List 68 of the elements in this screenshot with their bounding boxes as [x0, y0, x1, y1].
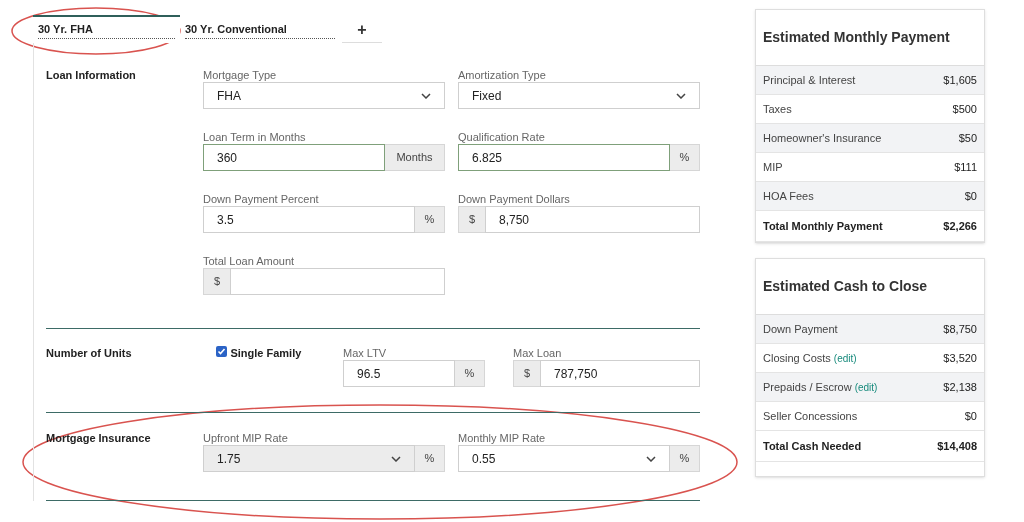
- unit-addon: $: [203, 268, 230, 295]
- checkbox-label: Single Family: [230, 346, 302, 361]
- row-label: Homeowner's Insurance: [763, 130, 882, 146]
- add-tab-button[interactable]: +: [342, 17, 382, 43]
- input-field[interactable]: 8,750: [485, 206, 700, 233]
- dropdown: 1.75: [203, 445, 415, 472]
- dropdown[interactable]: Fixed: [458, 82, 700, 109]
- row-value: $1,605: [943, 72, 977, 88]
- card-title: Estimated Monthly Payment: [763, 28, 950, 47]
- row-label: Closing Costs: [763, 350, 831, 366]
- field-label: Total Loan Amount: [203, 254, 296, 268]
- field-label: Monthly MIP Rate: [458, 431, 547, 445]
- checkbox[interactable]: [216, 346, 228, 357]
- input-field[interactable]: 6.825: [458, 144, 670, 171]
- chevron-down-icon: [676, 92, 686, 99]
- field-label: Amortization Type: [458, 68, 547, 82]
- row-value: $8,750: [943, 321, 977, 337]
- total-label: Total Monthly Payment: [763, 218, 883, 234]
- unit-addon: Months: [385, 144, 445, 171]
- scenario-tab[interactable]: 30 Yr. Conventional: [180, 15, 340, 43]
- field-label: Down Payment Dollars: [458, 192, 571, 206]
- field-label: Mortgage Type: [203, 68, 278, 82]
- unit-addon: %: [415, 206, 445, 233]
- total-value: $2,266: [943, 218, 977, 234]
- row-label: MIP: [763, 159, 783, 175]
- row-value: $0: [964, 188, 977, 204]
- unit-addon: %: [670, 445, 700, 472]
- row-value: $2,138: [943, 379, 977, 395]
- field-label: Max LTV: [343, 346, 388, 360]
- unit-addon: %: [455, 360, 485, 387]
- section-heading: Number of Units: [46, 346, 133, 361]
- input-field[interactable]: 96.5: [343, 360, 455, 387]
- row-label: Taxes: [763, 101, 792, 117]
- row-label: Down Payment: [763, 321, 838, 337]
- section-heading: Loan Information: [46, 68, 137, 83]
- unit-addon: %: [670, 144, 700, 171]
- scenario-tab[interactable]: 30 Yr. FHA: [33, 15, 180, 43]
- edit-link[interactable]: (edit): [854, 379, 878, 395]
- row-value: $0: [964, 408, 977, 424]
- row-value: $50: [958, 130, 977, 146]
- chevron-down-icon: [421, 92, 431, 99]
- total-label: Total Cash Needed: [763, 438, 862, 454]
- row-label: Prepaids / Escrow: [763, 379, 852, 395]
- input-field[interactable]: 787,750: [540, 360, 700, 387]
- row-value: $500: [952, 101, 977, 117]
- input-field[interactable]: [230, 268, 445, 295]
- card-title: Estimated Cash to Close: [763, 277, 928, 296]
- unit-addon: %: [415, 445, 445, 472]
- row-value: $3,520: [943, 350, 977, 366]
- input-field[interactable]: 360: [203, 144, 385, 171]
- field-label: Down Payment Percent: [203, 192, 320, 206]
- input-field[interactable]: 3.5: [203, 206, 415, 233]
- row-label: Seller Concessions: [763, 408, 858, 424]
- row-label: HOA Fees: [763, 188, 814, 204]
- unit-addon: $: [458, 206, 485, 233]
- row-value: $111: [954, 159, 977, 175]
- field-label: Qualification Rate: [458, 130, 546, 144]
- field-label: Upfront MIP Rate: [203, 431, 289, 445]
- dropdown[interactable]: FHA: [203, 82, 445, 109]
- total-value: $14,408: [937, 438, 977, 454]
- unit-addon: $: [513, 360, 540, 387]
- chevron-down-icon: [391, 455, 401, 462]
- row-label: Principal & Interest: [763, 72, 856, 88]
- dropdown[interactable]: 0.55: [458, 445, 670, 472]
- field-label: Loan Term in Months: [203, 130, 307, 144]
- edit-link[interactable]: (edit): [833, 350, 857, 366]
- chevron-down-icon: [646, 455, 656, 462]
- field-label: Max Loan: [513, 346, 563, 360]
